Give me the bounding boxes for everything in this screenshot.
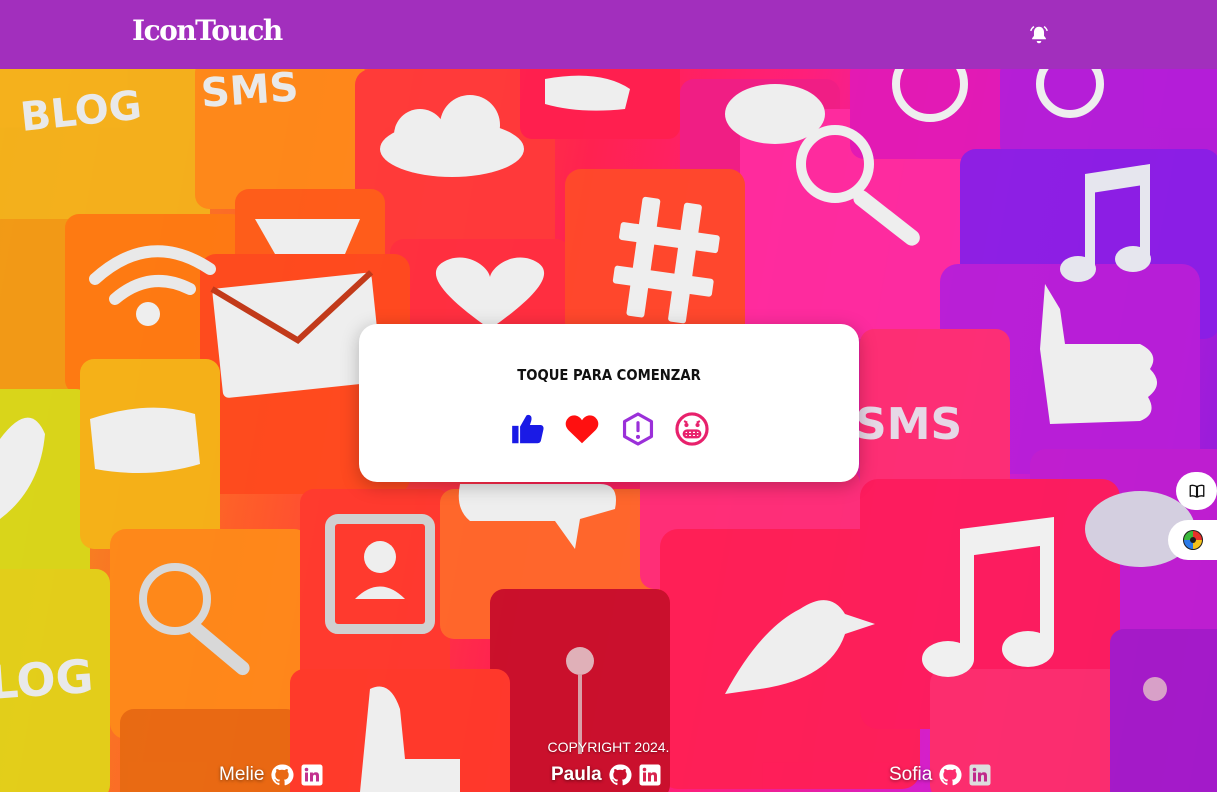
credit-melie: Melie	[219, 760, 324, 790]
credit-sofia: Sofia	[889, 760, 992, 790]
credit-paula: Paula	[551, 760, 662, 790]
alert-hexagon-icon[interactable]	[619, 410, 657, 448]
grimace-face-icon[interactable]	[673, 410, 711, 448]
author-name[interactable]: Paula	[551, 764, 602, 786]
author-name[interactable]: Sofia	[889, 764, 932, 786]
heart-icon[interactable]	[563, 410, 601, 448]
bell-icon[interactable]	[1028, 24, 1050, 46]
start-prompt-title: TOQUE PARA COMENZAR	[517, 366, 701, 384]
author-name[interactable]: Melie	[219, 764, 264, 786]
github-icon[interactable]	[608, 763, 632, 787]
top-navbar: IconTouch	[0, 0, 1217, 69]
instructions-button[interactable]	[1176, 472, 1217, 510]
svg-text:SMS: SMS	[199, 69, 299, 117]
github-icon[interactable]	[938, 763, 962, 787]
svg-text:LOG: LOG	[0, 649, 95, 710]
reaction-icons-row	[509, 410, 719, 448]
linkedin-icon[interactable]	[300, 763, 324, 787]
github-icon[interactable]	[270, 763, 294, 787]
copyright-text: COPYRIGHT 2024.	[547, 739, 670, 755]
brand-logo[interactable]: IconTouch	[132, 14, 283, 47]
linkedin-icon[interactable]	[968, 763, 992, 787]
start-card[interactable]: TOQUE PARA COMENZAR	[359, 324, 859, 482]
thumbs-up-icon[interactable]	[509, 410, 547, 448]
linkedin-icon[interactable]	[638, 763, 662, 787]
theme-color-button[interactable]	[1168, 520, 1217, 560]
svg-text:SMS: SMS	[855, 399, 962, 450]
book-icon	[1189, 484, 1204, 498]
color-palette-icon	[1182, 530, 1203, 550]
